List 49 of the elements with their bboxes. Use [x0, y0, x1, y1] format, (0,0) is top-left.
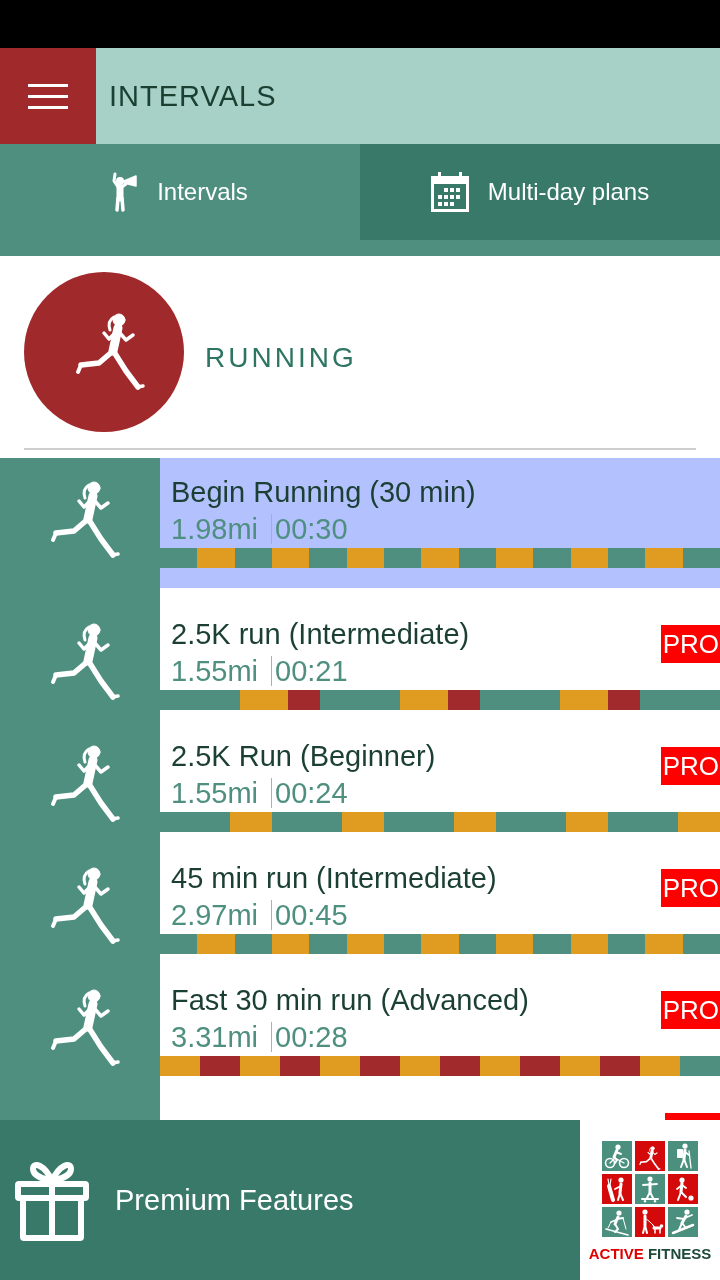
page-title: INTERVALS — [109, 79, 277, 113]
duration-text: 00:24 — [271, 778, 348, 808]
gift-icon — [15, 1159, 89, 1241]
runner-icon — [50, 989, 120, 1067]
skateboarder-icon — [635, 1174, 665, 1204]
workout-title: 45 min run (Intermediate) — [171, 861, 498, 896]
distance-text: 1.55mi — [171, 654, 259, 689]
workout-item[interactable]: Fast 30 min run (Advanced) 3.31mi 00:28 PRO — [160, 954, 720, 1076]
distance-text: 1.98mi — [171, 512, 259, 547]
menu-icon — [28, 83, 68, 109]
pro-badge: PRO — [660, 747, 720, 785]
runner-icon — [50, 623, 120, 701]
runner-icon — [50, 745, 120, 823]
logo-text: ACTIVE FITNESS — [588, 1245, 712, 1263]
distance-text: 1.55mi — [171, 776, 259, 811]
runner-icon — [635, 1141, 665, 1171]
duration-text: 00:45 — [271, 900, 348, 930]
distance-text: 2.97mi — [171, 898, 259, 933]
workout-title: 2.5K Run (Beginner) — [171, 739, 437, 774]
hiker-icon — [668, 1141, 698, 1171]
dog-walker-icon — [635, 1207, 665, 1237]
distance-text: 3.31mi — [171, 1020, 259, 1055]
menu-button[interactable] — [0, 48, 96, 144]
golfer-icon — [602, 1174, 632, 1204]
skier-icon — [602, 1207, 632, 1237]
duration-text: 00:30 — [271, 514, 348, 544]
workout-title: Fast 30 min run (Advanced) — [171, 983, 530, 1018]
runner-icon — [24, 272, 184, 432]
pro-badge: PRO — [660, 869, 720, 907]
snowboarder-icon — [668, 1207, 698, 1237]
pro-badge: PRO — [660, 625, 720, 663]
pro-badge: PRO — [660, 991, 720, 1029]
duration-text: 00:21 — [271, 656, 348, 686]
soccer-player-icon — [668, 1174, 698, 1204]
premium-features-button[interactable]: Premium Features — [0, 1120, 580, 1280]
runner-icon — [50, 481, 120, 559]
workout-item[interactable]: 2.5K Run (Beginner) 1.55mi 00:24 PRO — [160, 710, 720, 832]
workout-item[interactable]: Begin Running (30 min) 1.98mi 00:30 — [160, 458, 720, 588]
workout-title: Begin Running (30 min) — [171, 475, 477, 510]
calendar-icon — [430, 172, 469, 212]
runner-icon — [50, 867, 120, 945]
cyclist-icon — [602, 1141, 632, 1171]
person-with-megaphone-icon — [112, 172, 139, 212]
duration-text: 00:28 — [271, 1022, 348, 1052]
tab[interactable]: Multi-day plans — [360, 144, 720, 240]
workout-title: 2.5K run (Intermediate) — [171, 617, 471, 652]
workout-item[interactable]: 2.5K run (Intermediate) 1.55mi 00:21 PRO — [160, 588, 720, 710]
category-title: RUNNING — [205, 341, 357, 374]
workout-item[interactable]: 45 min run (Intermediate) 2.97mi 00:45 PRO — [160, 832, 720, 954]
